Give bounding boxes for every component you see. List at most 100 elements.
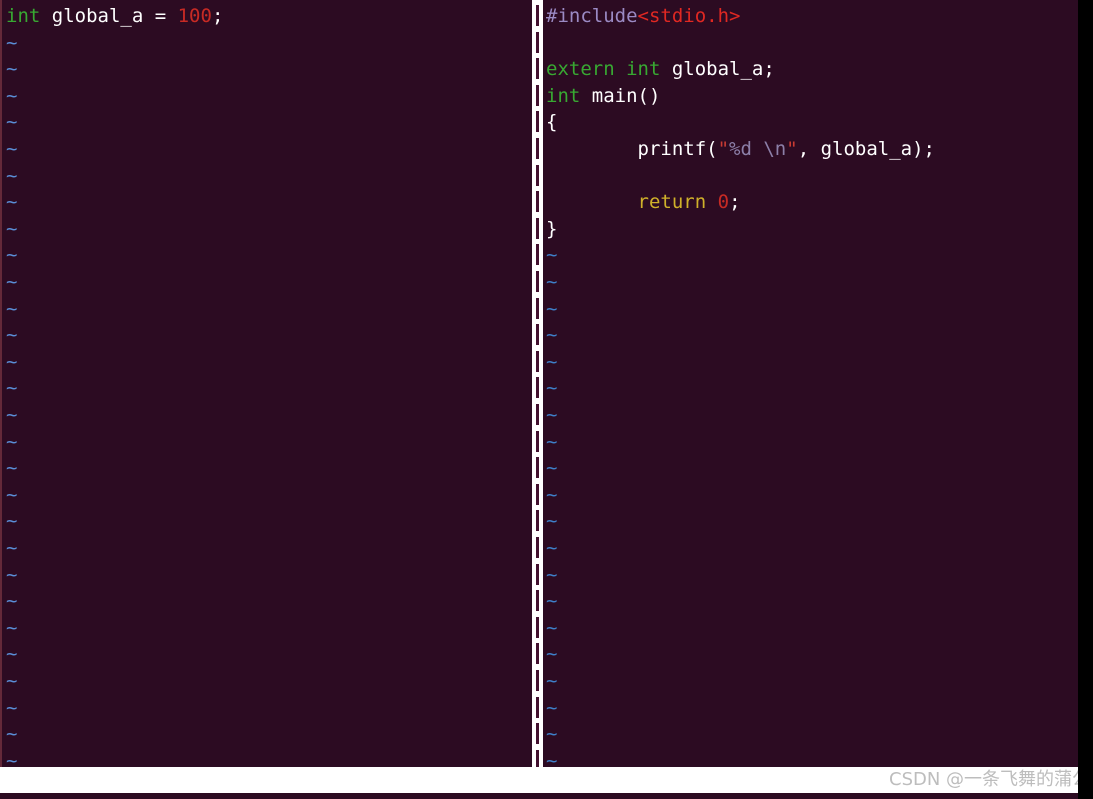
code-token: extern int bbox=[546, 58, 661, 81]
split-bar-segment bbox=[536, 590, 539, 612]
empty-line-tilde: ~ bbox=[546, 723, 558, 746]
empty-line-tilde: ~ bbox=[6, 217, 18, 240]
empty-line-tilde: ~ bbox=[6, 271, 18, 293]
empty-line-tilde: ~ bbox=[546, 457, 558, 480]
code-token: } bbox=[546, 217, 558, 240]
empty-line-tilde: ~ bbox=[546, 670, 558, 692]
code-line: return 0; bbox=[543, 189, 741, 216]
empty-line-tilde: ~ bbox=[6, 377, 18, 400]
empty-line-tilde: ~ bbox=[546, 324, 558, 347]
split-bar-segment bbox=[536, 643, 539, 665]
empty-line-tilde: ~ bbox=[6, 138, 18, 160]
code-token: %d \n bbox=[729, 138, 787, 160]
status-bar-left: extern1.c 1,1 全部 bbox=[0, 767, 532, 793]
code-line: } bbox=[543, 216, 557, 243]
empty-line-tilde: ~ bbox=[6, 510, 18, 533]
split-bar-segment bbox=[536, 138, 539, 159]
empty-line-tilde: ~ bbox=[546, 537, 558, 559]
code-token: , global_a); bbox=[797, 138, 935, 160]
empty-line-tilde: ~ bbox=[546, 563, 558, 586]
code-token: global_a = bbox=[40, 5, 178, 27]
split-bar-segment bbox=[536, 457, 539, 479]
empty-line-tilde: ~ bbox=[6, 111, 18, 134]
empty-line-tilde: ~ bbox=[6, 457, 18, 480]
empty-line-tilde: ~ bbox=[6, 670, 18, 692]
split-bar-segment bbox=[536, 616, 539, 638]
code-line: int main() bbox=[543, 83, 660, 110]
split-bar-segment bbox=[536, 111, 539, 133]
code-token: main() bbox=[580, 84, 661, 107]
empty-line-tilde: ~ bbox=[546, 483, 558, 506]
code-token: 0 bbox=[717, 191, 730, 214]
split-bar-segment bbox=[536, 58, 539, 80]
split-bar-segment bbox=[536, 563, 539, 585]
empty-line-tilde: ~ bbox=[6, 84, 18, 107]
split-bar-segment bbox=[536, 164, 539, 186]
code-token: global_a; bbox=[660, 58, 775, 81]
empty-line-tilde: ~ bbox=[546, 616, 558, 639]
empty-line-tilde: ~ bbox=[6, 297, 18, 320]
empty-line-tilde: ~ bbox=[546, 297, 558, 320]
empty-line-tilde: ~ bbox=[6, 324, 18, 347]
editor-pane-right[interactable]: #include<stdio.h> extern int global_a; in… bbox=[543, 0, 1078, 767]
split-bar-segment bbox=[536, 510, 539, 532]
code-token: " bbox=[717, 138, 730, 160]
split-bar-segment bbox=[536, 537, 539, 558]
split-bar-segment bbox=[536, 217, 539, 239]
terminal-window: int global_a = 100; ~ ~ ~ ~ ~ ~ ~ ~ ~ ~ ~ ~ ~ ~ ~ ~ ~ ~ ~ ~… bbox=[0, 0, 1093, 799]
code-token: { bbox=[546, 111, 558, 134]
code-token: return bbox=[637, 191, 707, 214]
split-bar-segment bbox=[536, 430, 539, 452]
empty-line-tilde: ~ bbox=[546, 510, 558, 533]
empty-line-tilde: ~ bbox=[6, 430, 18, 453]
code-line: extern int global_a; bbox=[543, 56, 775, 83]
empty-line-tilde: ~ bbox=[6, 350, 18, 373]
code-line: { bbox=[543, 109, 557, 136]
split-bar-segment bbox=[536, 324, 539, 346]
empty-line-tilde: ~ bbox=[546, 749, 558, 767]
split-bar-segment bbox=[536, 297, 539, 319]
split-bar-segment bbox=[536, 377, 539, 399]
empty-line-tilde: ~ bbox=[6, 164, 18, 187]
empty-line-tilde: ~ bbox=[546, 404, 558, 426]
empty-line-tilde: ~ bbox=[6, 696, 18, 719]
empty-line-tilde: ~ bbox=[6, 590, 18, 613]
code-line: #include<stdio.h> bbox=[543, 3, 740, 30]
empty-line-tilde: ~ bbox=[546, 377, 558, 400]
split-bar-segment bbox=[536, 31, 539, 53]
right-black-gutter bbox=[1078, 0, 1093, 799]
empty-line-tilde: ~ bbox=[546, 643, 558, 666]
empty-line-tilde: ~ bbox=[546, 430, 558, 453]
editor-pane-left[interactable]: int global_a = 100; ~ ~ ~ ~ ~ ~ ~ ~ ~ ~ ~ ~ ~ ~ ~ ~ ~ ~ ~ ~… bbox=[0, 0, 532, 767]
split-bar-segment bbox=[536, 350, 539, 372]
vertical-split-separator[interactable] bbox=[532, 0, 543, 771]
code-token: <stdio.h> bbox=[637, 5, 741, 27]
empty-line-tilde: ~ bbox=[546, 244, 558, 267]
code-token: " bbox=[786, 138, 798, 160]
empty-line-tilde: ~ bbox=[6, 483, 18, 506]
split-bar-segment bbox=[536, 5, 539, 26]
split-bar-segment bbox=[536, 244, 539, 266]
empty-line-tilde: ~ bbox=[6, 616, 18, 639]
empty-line-tilde: ~ bbox=[546, 350, 558, 373]
code-token: ; bbox=[729, 191, 741, 214]
split-bar-segment bbox=[536, 670, 539, 691]
empty-line-tilde: ~ bbox=[6, 563, 18, 586]
status-bar-separator-gap bbox=[532, 767, 543, 793]
empty-line-tilde: ~ bbox=[6, 404, 18, 426]
status-bar-right: extern2.c 1,1 全部 bbox=[543, 767, 1078, 793]
empty-line-tilde: ~ bbox=[6, 31, 18, 54]
empty-line-tilde: ~ bbox=[546, 271, 558, 293]
code-token: ; bbox=[211, 5, 224, 27]
empty-line-tilde: ~ bbox=[546, 696, 558, 719]
empty-line-tilde: ~ bbox=[6, 749, 18, 767]
terminal-bottom-strip bbox=[0, 793, 1078, 799]
code-line: int global_a = 100; bbox=[0, 3, 223, 30]
split-bar-segment bbox=[536, 404, 539, 425]
split-bar-segment bbox=[536, 271, 539, 292]
empty-line-tilde: ~ bbox=[6, 191, 18, 214]
